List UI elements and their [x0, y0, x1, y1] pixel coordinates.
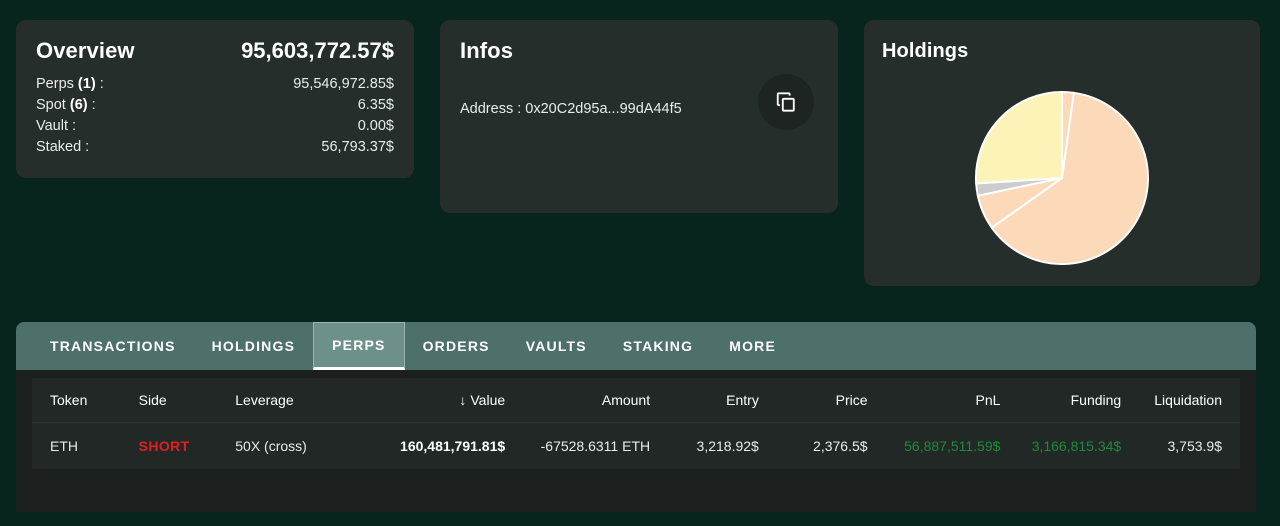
tab-vaults[interactable]: VAULTS [508, 322, 605, 370]
col-header-price[interactable]: Price [768, 378, 878, 423]
leverage-value: 50X (cross) [235, 438, 307, 454]
overview-row-staked-label: Staked : [36, 139, 90, 155]
table-header-row: Token Side Leverage ↓ Value Amount Entry Price P… [32, 378, 1240, 423]
col-header-entry[interactable]: Entry [660, 378, 769, 423]
overview-title: Overview [36, 38, 135, 63]
overview-row-perps-label: Perps (1) : [36, 76, 104, 92]
overview-row-staked: Staked : 56,793.37$ [36, 137, 394, 158]
infos-card: Infos Address : 0x20C2d95a...99dA44f5 AD… [440, 20, 1017, 217]
summary-cards-row: Overview 95,603,772.57$ Perps (1) : 95,5… [0, 0, 1280, 300]
table-container: Token Side Leverage ↓ Value Amount Entry Price P… [16, 370, 1256, 512]
overview-row-vault: Vault : 0.00$ [36, 116, 394, 137]
data-panel: TRANSACTIONS HOLDINGS PERPS ORDERS VAULTS STA… [16, 322, 1256, 512]
overview-header: Overview 95,603,772.57$ [16, 20, 414, 64]
cell-side: SHORT [128, 422, 226, 469]
holdings-card: Holdings [864, 20, 1260, 286]
sort-desc-icon: ↓ [459, 392, 467, 408]
tab-more[interactable]: MORE [711, 322, 794, 370]
overview-row-spot: Spot (6) : 6.35$ [36, 95, 394, 116]
tab-staking[interactable]: STAKING [605, 322, 711, 370]
table-header: Token Side Leverage ↓ Value Amount Entry Price P… [32, 378, 1240, 423]
holdings-title: Holdings [882, 40, 969, 62]
table-row[interactable]: ETH SHORT 50X (cross) 160,481,791.81$ -67528… [32, 422, 1240, 469]
copy-address-button[interactable] [758, 74, 814, 130]
tab-holdings[interactable]: HOLDINGS [194, 322, 314, 370]
side-badge: SHORT [138, 438, 190, 454]
funding-value: 3,166,815.34$ [1031, 438, 1122, 454]
cell-funding: 3,166,815.34$ [1010, 422, 1132, 469]
cell-value: 160,481,791.81$ [370, 422, 516, 469]
cell-entry: 3,218.92$ [660, 422, 769, 469]
tab-perps[interactable]: PERPS [313, 322, 405, 370]
overview-row-spot-value: 6.35$ [357, 97, 394, 113]
overview-row-spot-label: Spot (6) : [36, 97, 96, 113]
col-header-funding[interactable]: Funding [1010, 378, 1132, 423]
overview-row-vault-label: Vault : [36, 118, 77, 134]
overview-row-perps-count: (1) [77, 76, 96, 92]
overview-row-perps: Perps (1) : 95,546,972.85$ [36, 74, 394, 95]
wallet-address: Address : 0x20C2d95a...99dA44f5 [460, 101, 682, 117]
infos-title: Infos [460, 38, 514, 63]
cell-price: 2,376.5$ [768, 422, 878, 469]
entry-value: 3,218.92$ [696, 438, 759, 454]
copy-icon [775, 91, 797, 113]
overview-breakdown-list: Perps (1) : 95,546,972.85$ Spot (6) : 6.… [16, 64, 414, 158]
col-header-side[interactable]: Side [128, 378, 226, 423]
overview-card: Overview 95,603,772.57$ Perps (1) : 95,5… [16, 20, 414, 178]
amount-value: -67528.6311 ETH [540, 438, 651, 454]
wallet-address-value: 0x20C2d95a...99dA44f5 [525, 101, 682, 117]
tab-orders[interactable]: ORDERS [405, 322, 508, 370]
app-root: Overview 95,603,772.57$ Perps (1) : 95,5… [0, 0, 1280, 526]
infos-address-row: Address : 0x20C2d95a...99dA44f5 [440, 64, 838, 130]
perps-table: Token Side Leverage ↓ Value Amount Entry Price P… [32, 378, 1240, 469]
table-body: ETH SHORT 50X (cross) 160,481,791.81$ -67528… [32, 422, 1240, 469]
pnl-value: 56,887,511.59$ [904, 438, 1001, 454]
cell-liquidation: 3,753.9$ [1131, 422, 1240, 469]
col-header-token[interactable]: Token [32, 378, 129, 423]
cell-pnl: 56,887,511.59$ [877, 422, 1011, 469]
overview-row-perps-value: 95,546,972.85$ [293, 76, 394, 92]
cell-leverage: 50X (cross) [225, 422, 371, 469]
tab-transactions[interactable]: TRANSACTIONS [32, 322, 194, 370]
cell-token: ETH [32, 422, 129, 469]
token-value: ETH [50, 438, 78, 454]
overview-row-vault-value: 0.00$ [357, 118, 394, 134]
overview-row-staked-value: 56,793.37$ [321, 139, 394, 155]
liquidation-value: 3,753.9$ [1167, 438, 1223, 454]
col-header-leverage[interactable]: Leverage [225, 378, 371, 423]
col-header-amount[interactable]: Amount [515, 378, 661, 423]
pie-svg [975, 90, 1149, 265]
col-header-pnl[interactable]: PnL [877, 378, 1011, 423]
col-header-liquidation[interactable]: Liquidation [1131, 378, 1240, 423]
tab-bar: TRANSACTIONS HOLDINGS PERPS ORDERS VAULTS STA… [16, 322, 1256, 370]
overview-row-spot-count: (6) [69, 97, 88, 113]
pie-slice[interactable] [975, 90, 1063, 185]
holdings-pie-chart [974, 90, 1150, 266]
col-header-value[interactable]: ↓ Value [370, 378, 516, 423]
cell-amount: -67528.6311 ETH [515, 422, 661, 469]
position-value: 160,481,791.81$ [400, 438, 506, 454]
price-value: 2,376.5$ [813, 438, 868, 454]
overview-total-value: 95,603,772.57$ [241, 38, 394, 63]
